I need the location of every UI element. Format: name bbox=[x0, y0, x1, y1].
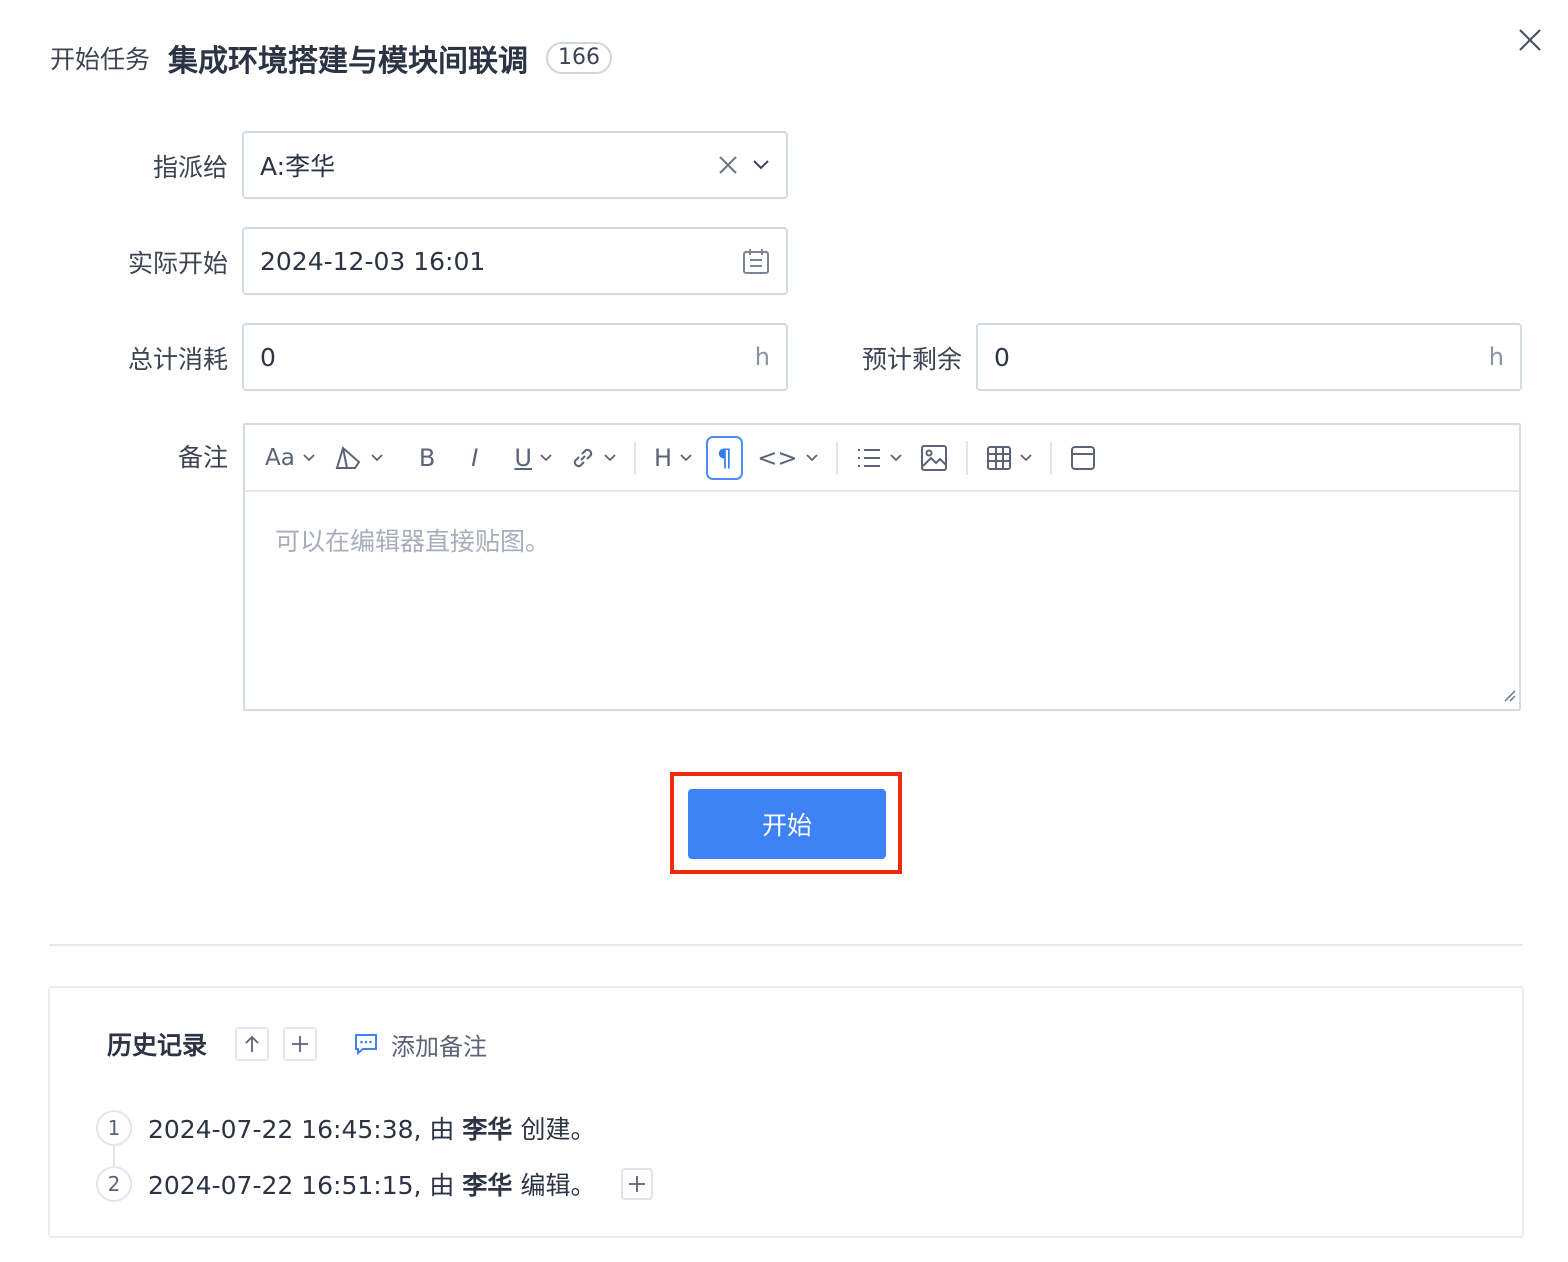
assign-value: A:李华 bbox=[260, 152, 336, 181]
add-note-button[interactable]: 添加备注 bbox=[353, 1027, 487, 1062]
assign-select[interactable]: A:李华 bbox=[242, 131, 788, 199]
paragraph-button[interactable]: ¶ bbox=[706, 435, 744, 480]
arrow-up-icon bbox=[245, 1035, 259, 1052]
toolbar-divider bbox=[835, 440, 838, 475]
heading-icon: H bbox=[653, 443, 672, 472]
editor-toolbar: Aa B I U H ¶ <> bbox=[245, 425, 1519, 492]
expand-all-button[interactable] bbox=[283, 1027, 318, 1061]
history-item-action: 编辑。 bbox=[520, 1171, 596, 1200]
history-title: 历史记录 bbox=[107, 1031, 208, 1060]
header-prefix: 开始任务 bbox=[50, 45, 151, 74]
sort-button[interactable] bbox=[235, 1027, 270, 1061]
start-button-highlight: 开始 bbox=[670, 772, 902, 874]
history-item-user: 李华 bbox=[462, 1115, 513, 1144]
image-button[interactable] bbox=[916, 436, 952, 480]
paint-icon bbox=[335, 445, 361, 469]
hours-unit: h bbox=[1488, 343, 1504, 371]
estimate-left-label: 预计剩余 bbox=[861, 345, 962, 374]
list-button[interactable] bbox=[852, 436, 906, 480]
chevron-down-icon bbox=[371, 453, 383, 461]
underline-icon: U bbox=[514, 443, 532, 472]
resize-handle-icon[interactable] bbox=[1502, 687, 1516, 706]
history-item-user: 李华 bbox=[462, 1171, 513, 1200]
font-size-icon: Aa bbox=[265, 444, 295, 471]
image-icon bbox=[920, 444, 947, 471]
history-item-action: 创建。 bbox=[520, 1115, 596, 1144]
history-item-time: 2024-07-22 16:45:38, 由 bbox=[148, 1115, 455, 1144]
chevron-down-icon bbox=[680, 453, 692, 461]
task-title: 集成环境搭建与模块间联调 bbox=[168, 44, 529, 79]
underline-button[interactable]: U bbox=[510, 436, 556, 480]
link-button[interactable] bbox=[566, 436, 620, 480]
code-button[interactable]: <> bbox=[753, 436, 821, 480]
fullscreen-button[interactable] bbox=[1066, 436, 1100, 480]
list-icon bbox=[857, 448, 880, 467]
editor-content[interactable]: 可以在编辑器直接贴图。 bbox=[245, 492, 1519, 588]
chevron-down-icon[interactable] bbox=[752, 159, 770, 171]
history-header: 历史记录 添加备注 bbox=[107, 1026, 487, 1062]
close-icon[interactable] bbox=[1518, 28, 1542, 52]
chevron-down-icon bbox=[303, 453, 315, 461]
remark-editor: Aa B I U H ¶ <> 可以在编辑器直接贴图。 bbox=[243, 423, 1521, 711]
text-color-button[interactable] bbox=[329, 436, 387, 480]
total-consumed-label: 总计消耗 bbox=[127, 345, 228, 374]
history-item-number: 2 bbox=[96, 1166, 132, 1202]
chevron-down-icon bbox=[1019, 453, 1032, 461]
history-item: 1 2024-07-22 16:45:38, 由 李华 创建。 bbox=[96, 1100, 653, 1156]
history-item: 2 2024-07-22 16:51:15, 由 李华 编辑。 bbox=[96, 1156, 654, 1212]
code-icon: <> bbox=[757, 443, 798, 472]
add-note-label: 添加备注 bbox=[391, 1032, 488, 1061]
history-item-number: 1 bbox=[96, 1110, 132, 1146]
toolbar-divider bbox=[633, 440, 636, 475]
hours-unit: h bbox=[754, 343, 770, 371]
toolbar-divider bbox=[965, 440, 968, 475]
font-size-button[interactable]: Aa bbox=[261, 436, 319, 480]
link-icon bbox=[573, 448, 593, 467]
estimate-left-value: 0 bbox=[994, 342, 1010, 372]
plus-icon bbox=[292, 1036, 309, 1052]
window-icon bbox=[1070, 445, 1095, 470]
italic-button[interactable]: I bbox=[467, 436, 482, 480]
chevron-down-icon bbox=[805, 453, 818, 461]
remark-label: 备注 bbox=[177, 443, 228, 472]
total-consumed-input[interactable]: 0 h bbox=[242, 323, 788, 391]
actual-start-datetime-input[interactable]: 2024-12-03 16:01 bbox=[242, 227, 788, 295]
actual-start-value: 2024-12-03 16:01 bbox=[260, 246, 486, 276]
modal-header: 开始任务 集成环境搭建与模块间联调 166 bbox=[50, 36, 613, 80]
chevron-down-icon bbox=[540, 453, 552, 461]
estimate-left-input[interactable]: 0 h bbox=[976, 323, 1522, 391]
clear-icon[interactable] bbox=[718, 155, 738, 175]
bold-button[interactable]: B bbox=[415, 436, 439, 480]
comment-icon bbox=[355, 1034, 378, 1056]
heading-button[interactable]: H bbox=[650, 436, 696, 480]
history-list: 1 2024-07-22 16:45:38, 由 李华 创建。 2 2024-0… bbox=[96, 1100, 654, 1212]
start-button[interactable]: 开始 bbox=[688, 789, 886, 859]
table-icon bbox=[986, 445, 1011, 470]
plus-icon bbox=[629, 1176, 646, 1192]
history-item-time: 2024-07-22 16:51:15, 由 bbox=[148, 1171, 455, 1200]
chevron-down-icon bbox=[604, 453, 616, 461]
history-panel: 历史记录 添加备注 1 2024-07-22 16:45:38, 由 李华 创建… bbox=[48, 986, 1524, 1238]
section-divider bbox=[49, 944, 1523, 946]
toolbar-divider bbox=[1049, 440, 1052, 475]
task-id-badge: 166 bbox=[546, 42, 613, 74]
chevron-down-icon bbox=[889, 453, 902, 461]
expand-history-button[interactable] bbox=[621, 1168, 654, 1200]
table-button[interactable] bbox=[982, 436, 1036, 480]
assign-label: 指派给 bbox=[152, 153, 228, 182]
calendar-icon[interactable] bbox=[742, 247, 770, 275]
actual-start-label: 实际开始 bbox=[127, 249, 228, 278]
total-consumed-value: 0 bbox=[260, 342, 276, 372]
